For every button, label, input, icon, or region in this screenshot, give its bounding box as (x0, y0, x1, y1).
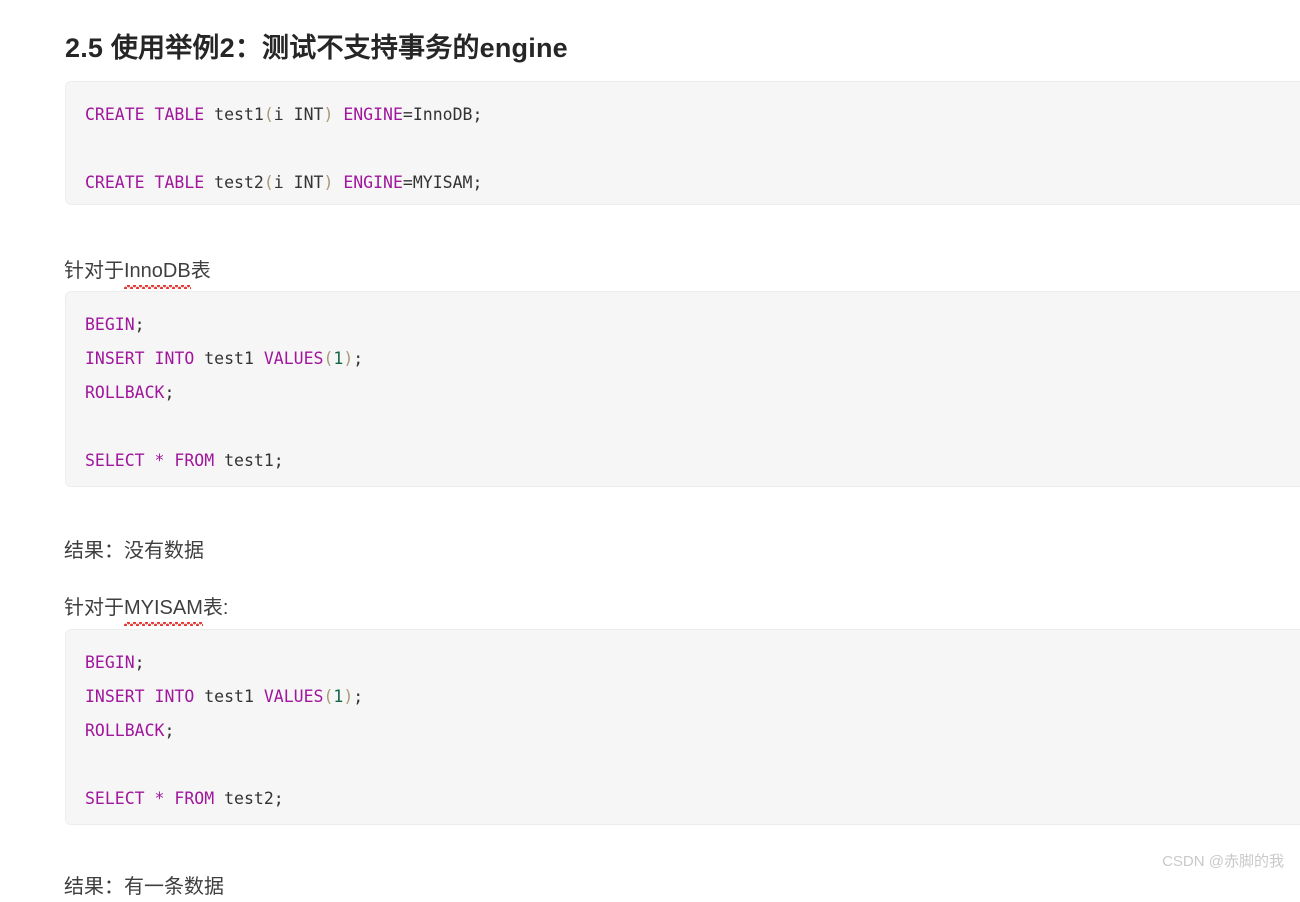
text-prefix: 针对于 (64, 597, 124, 619)
csdn-watermark: CSDN @赤脚的我 (1162, 853, 1284, 870)
code-token-id (333, 105, 343, 124)
code-token-kw: SELECT (85, 789, 145, 808)
paragraph-innodb-result: 结果：没有数据 (64, 540, 204, 562)
code-block-myisam-test[interactable]: BEGIN; INSERT INTO test1 VALUES(1); ROLL… (65, 629, 1300, 825)
code-token-kw: TABLE (154, 105, 205, 124)
code-token-kw: CREATE (85, 105, 145, 124)
code-token-id: ; (134, 653, 145, 672)
code-token-pun: ( (323, 687, 334, 706)
code-token-kw: SELECT (85, 451, 145, 470)
code-token-id: ; (353, 349, 364, 368)
code-token-id (164, 451, 174, 470)
code-token-pun: ) (343, 349, 354, 368)
code-token-id: test1 (194, 349, 264, 368)
code-token-kw: INSERT (85, 349, 145, 368)
misspelled-word-innodb: InnoDB (124, 256, 191, 289)
code-token-id: ; (164, 721, 175, 740)
code-content: CREATE TABLE test1(i INT) ENGINE=InnoDB;… (66, 82, 1300, 204)
code-token-id: test1 (194, 687, 264, 706)
code-token-id (145, 451, 155, 470)
article-page: 2.5 使用举例2：测试不支持事务的engine CREATE TABLE te… (0, 0, 1300, 898)
code-token-id: =MYISAM; (402, 173, 483, 192)
code-content: BEGIN; INSERT INTO test1 VALUES(1); ROLL… (66, 292, 1300, 486)
code-token-kw: FROM (174, 451, 215, 470)
code-token-kw: INTO (154, 349, 195, 368)
code-token-id: ; (134, 315, 145, 334)
code-token-kw: ROLLBACK (85, 383, 165, 402)
code-token-id (145, 789, 155, 808)
paragraph-innodb-heading: 针对于InnoDB表 (64, 256, 211, 289)
code-token-id (145, 687, 155, 706)
code-token-id: test1; (214, 451, 284, 470)
code-token-kw: ROLLBACK (85, 721, 165, 740)
code-token-id (333, 173, 343, 192)
text-suffix: 表: (202, 597, 229, 619)
code-token-id: test2; (214, 789, 284, 808)
code-token-id: ; (353, 687, 364, 706)
code-token-pun: ) (323, 105, 334, 124)
code-token-id: =InnoDB; (402, 105, 483, 124)
text-suffix: 表 (190, 260, 211, 282)
code-token-kw: VALUES (263, 349, 324, 368)
code-token-pun: ) (343, 687, 354, 706)
page-title: 2.5 使用举例2：测试不支持事务的engine (65, 33, 568, 64)
code-token-kw: BEGIN (85, 653, 135, 672)
code-token-num: 1 (333, 349, 344, 368)
text-prefix: 针对于 (64, 260, 124, 282)
code-token-id (145, 173, 155, 192)
code-token-star: * (154, 789, 165, 808)
code-token-kw: ENGINE (343, 173, 403, 192)
code-token-id (145, 349, 155, 368)
code-block-innodb-test[interactable]: BEGIN; INSERT INTO test1 VALUES(1); ROLL… (65, 291, 1300, 487)
code-token-kw: INTO (154, 687, 195, 706)
code-token-star: * (154, 451, 165, 470)
code-token-id (145, 105, 155, 124)
code-token-id: ; (164, 383, 175, 402)
code-token-kw: FROM (174, 789, 215, 808)
code-token-id: i INT (273, 105, 324, 124)
code-token-id: test2 (204, 173, 264, 192)
code-token-kw: ENGINE (343, 105, 403, 124)
code-token-pun: ) (323, 173, 334, 192)
code-token-kw: CREATE (85, 173, 145, 192)
paragraph-myisam-result: 结果：有一条数据 (64, 876, 224, 898)
misspelled-word-myisam: MYISAM (124, 593, 203, 626)
code-token-pun: ( (263, 173, 274, 192)
code-block-create-tables[interactable]: CREATE TABLE test1(i INT) ENGINE=InnoDB;… (65, 81, 1300, 205)
paragraph-myisam-heading: 针对于MYISAM表: (64, 593, 229, 626)
code-token-pun: ( (323, 349, 334, 368)
code-token-id: i INT (273, 173, 324, 192)
code-token-kw: INSERT (85, 687, 145, 706)
code-token-kw: VALUES (263, 687, 324, 706)
code-token-pun: ( (263, 105, 274, 124)
code-token-kw: BEGIN (85, 315, 135, 334)
code-token-id (164, 789, 174, 808)
code-token-num: 1 (333, 687, 344, 706)
code-token-id: test1 (204, 105, 264, 124)
code-content: BEGIN; INSERT INTO test1 VALUES(1); ROLL… (66, 630, 1300, 824)
code-token-kw: TABLE (154, 173, 205, 192)
